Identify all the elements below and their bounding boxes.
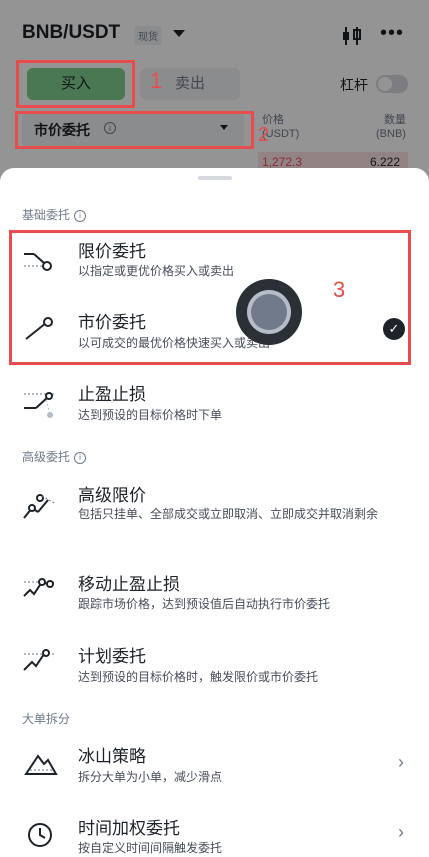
- touch-indicator: [236, 279, 302, 345]
- option-title: 移动止盈止损: [78, 575, 180, 594]
- annotation-number-3: 3: [333, 277, 346, 302]
- chevron-right-icon: ›: [398, 752, 404, 772]
- section-advanced: 高级委托 i: [22, 448, 87, 465]
- info-icon: i: [74, 452, 87, 464]
- chevron-right-icon: ›: [398, 822, 404, 842]
- option-desc: 以指定或更优价格买入或卖出: [78, 264, 235, 278]
- iceberg-icon: [24, 754, 58, 775]
- sheet-handle[interactable]: [198, 176, 232, 180]
- option-desc: 达到预设的目标价格时，触发限价或市价委托: [78, 670, 319, 684]
- clock-icon: [28, 823, 52, 847]
- selected-check-icon: ✓: [383, 318, 405, 340]
- option-title: 高级限价: [78, 486, 146, 505]
- market-order-icon: [25, 317, 53, 340]
- stop-limit-icon: [24, 392, 54, 418]
- annotation-number-1: 1: [150, 68, 163, 93]
- option-title: 冰山策略: [78, 747, 146, 766]
- limit-order-icon: [24, 253, 52, 271]
- annotation-box-1: [16, 60, 135, 108]
- annotation-box-2: [15, 111, 254, 149]
- option-desc: 包括只挂单、全部成交或立即取消、立即成交并取消剩余: [78, 507, 379, 521]
- option-title: 计划委托: [78, 647, 146, 666]
- annotation-number-2: 2: [258, 124, 270, 146]
- option-title: 市价委托: [78, 313, 146, 332]
- section-split: 大单拆分: [22, 712, 71, 726]
- option-desc: 以可成交的最优价格快速买入或卖出: [78, 336, 271, 350]
- option-title: 止盈止损: [78, 385, 146, 404]
- info-icon: i: [74, 210, 87, 222]
- option-desc: 拆分大单为小单，减少滑点: [78, 770, 223, 784]
- order-type-sheet: 基础委托 i 3 限价委托 以指定或更优价格买入或卖出 市价委托 以可成交的最优价…: [0, 168, 429, 855]
- trailing-stop-icon: [23, 578, 54, 597]
- trigger-order-icon: [23, 649, 54, 671]
- option-desc: 按自定义时间间隔触发委托: [78, 841, 223, 855]
- option-desc: 达到预设的目标价格时下单: [78, 408, 223, 422]
- option-desc: 跟踪市场价格，达到预设值后自动执行市价委托: [78, 597, 331, 611]
- option-title: 限价委托: [78, 242, 146, 261]
- section-basic: 基础委托 i: [22, 206, 87, 223]
- advanced-limit-icon: [23, 494, 57, 519]
- option-title: 时间加权委托: [78, 819, 180, 838]
